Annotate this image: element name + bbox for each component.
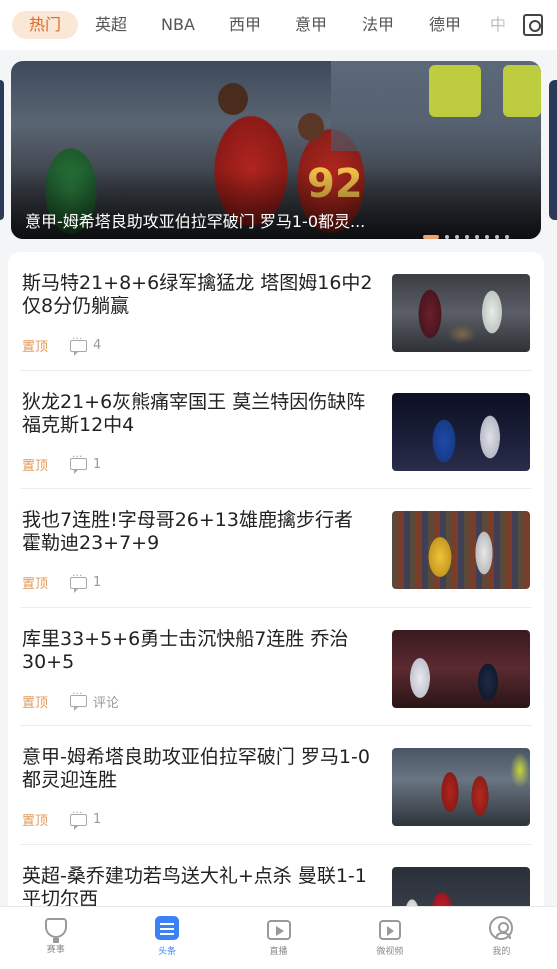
banner-carousel[interactable]: 92 意甲-姆希塔良助攻亚伯拉罕破门 罗马1-0都灵... [0,52,557,248]
indicator-dot [475,235,479,239]
news-thumbnail [392,511,530,589]
comment-icon [70,569,88,593]
news-item[interactable]: 库里33+5+6勇士击沉快船7连胜 乔治30+5 置顶 评论 [20,608,532,726]
nav-headlines[interactable]: 头条 [111,907,222,969]
comment-count: 4 [93,338,102,353]
comment-icon [70,450,88,474]
news-thumbnail [392,748,530,826]
indicator-dot [505,235,509,239]
indicator-dot [495,235,499,239]
pinned-tag: 置顶 [22,458,49,474]
channel-manage-icon[interactable] [523,14,543,36]
banner-player [218,83,248,115]
indicator-dot [455,235,459,239]
nav-label: 微视频 [376,947,404,957]
nav-events[interactable]: 赛事 [0,907,111,969]
category-tabbar: 热门 英超 NBA 西甲 意甲 法甲 德甲 中 [0,0,557,50]
news-title: 狄龙21+6灰熊痛宰国王 莫兰特因伤缺阵福克斯12中4 [22,390,366,436]
comment-icon [70,806,88,830]
comment-count: 1 [93,575,102,590]
indicator-dot-active [423,235,439,239]
comment-count: 1 [93,812,102,827]
bottom-nav: 赛事 头条 直播 微视频 我的 [0,906,557,969]
pinned-tag: 置顶 [22,577,49,592]
nav-micro-video[interactable]: 微视频 [334,907,445,969]
tab-bundesliga[interactable]: 德甲 [412,11,478,39]
pinned-tag: 置顶 [22,340,49,355]
news-item[interactable]: 斯马特21+8+6绿军擒猛龙 塔图姆16中2仅8分仍躺赢 置顶 4 [20,252,532,371]
news-title: 我也7连胜!字母哥26+13雄鹿擒步行者 霍勒迪23+7+9 [22,509,353,554]
prev-slide-peek [0,80,4,220]
indicator-dot [445,235,449,239]
news-item[interactable]: 狄龙21+6灰熊痛宰国王 莫兰特因伤缺阵福克斯12中4 置顶 1 [20,371,532,489]
comment-icon [70,687,88,711]
news-title: 意甲-姆希塔良助攻亚伯拉罕破门 罗马1-0都灵迎连胜 [22,746,370,791]
app-screen: 热门 英超 NBA 西甲 意甲 法甲 德甲 中 92 意甲-姆希塔良助攻亚伯拉罕… [0,0,557,969]
indicator-dot [465,235,469,239]
news-meta: 置顶 1 [22,450,102,474]
nav-me[interactable]: 我的 [446,907,557,969]
video-icon [378,920,401,940]
news-item[interactable]: 意甲-姆希塔良助攻亚伯拉罕破门 罗马1-0都灵迎连胜 置顶 1 [20,726,532,845]
news-item[interactable]: 我也7连胜!字母哥26+13雄鹿擒步行者 霍勒迪23+7+9 置顶 1 [20,489,532,608]
nav-label: 头条 [158,947,177,957]
news-meta: 置顶 1 [22,806,102,830]
profile-icon [489,916,514,940]
news-icon [155,916,180,940]
pinned-tag: 置顶 [22,695,49,711]
banner-slide[interactable]: 92 意甲-姆希塔良助攻亚伯拉罕破门 罗马1-0都灵... [11,61,541,239]
trophy-icon [44,918,67,943]
nav-live[interactable]: 直播 [223,907,334,969]
tab-serie-a[interactable]: 意甲 [278,11,344,39]
tab-la-liga[interactable]: 西甲 [212,11,278,39]
live-tv-icon [266,920,291,940]
tab-hot[interactable]: 热门 [12,11,78,39]
banner-steward [503,65,541,117]
tab-nba[interactable]: NBA [144,11,212,39]
news-item[interactable]: 英超-桑乔建功若鸟送大礼+点杀 曼联1-1平切尔西 [20,845,532,907]
banner-player [298,113,324,141]
pinned-tag: 置顶 [22,814,49,829]
news-feed: 斯马特21+8+6绿军擒猛龙 塔图姆16中2仅8分仍躺赢 置顶 4 狄龙21+6… [8,252,544,906]
comment-icon [70,332,88,356]
carousel-indicator [423,235,509,239]
news-thumbnail [392,274,530,352]
nav-label: 赛事 [46,945,65,955]
next-slide-peek [549,80,557,220]
news-meta: 置顶 评论 [22,687,120,711]
nav-label: 我的 [492,947,511,957]
news-thumbnail [392,866,530,906]
news-title: 英超-桑乔建功若鸟送大礼+点杀 曼联1-1平切尔西 [22,864,367,907]
news-thumbnail [392,629,530,708]
news-thumbnail [392,392,530,471]
news-title: 库里33+5+6勇士击沉快船7连胜 乔治30+5 [22,627,349,673]
indicator-dot [485,235,489,239]
tab-ligue-1[interactable]: 法甲 [344,11,412,39]
banner-caption: 意甲-姆希塔良助攻亚伯拉罕破门 罗马1-0都灵... [25,212,366,231]
tab-premier-league[interactable]: 英超 [78,11,144,39]
news-title: 斯马特21+8+6绿军擒猛龙 塔图姆16中2仅8分仍躺赢 [22,272,373,317]
nav-label: 直播 [269,947,288,957]
banner-steward [429,65,481,117]
news-meta: 置顶 4 [22,332,102,356]
news-meta: 置顶 1 [22,569,102,593]
comment-count: 1 [93,456,102,472]
comment-count: 评论 [93,695,120,711]
